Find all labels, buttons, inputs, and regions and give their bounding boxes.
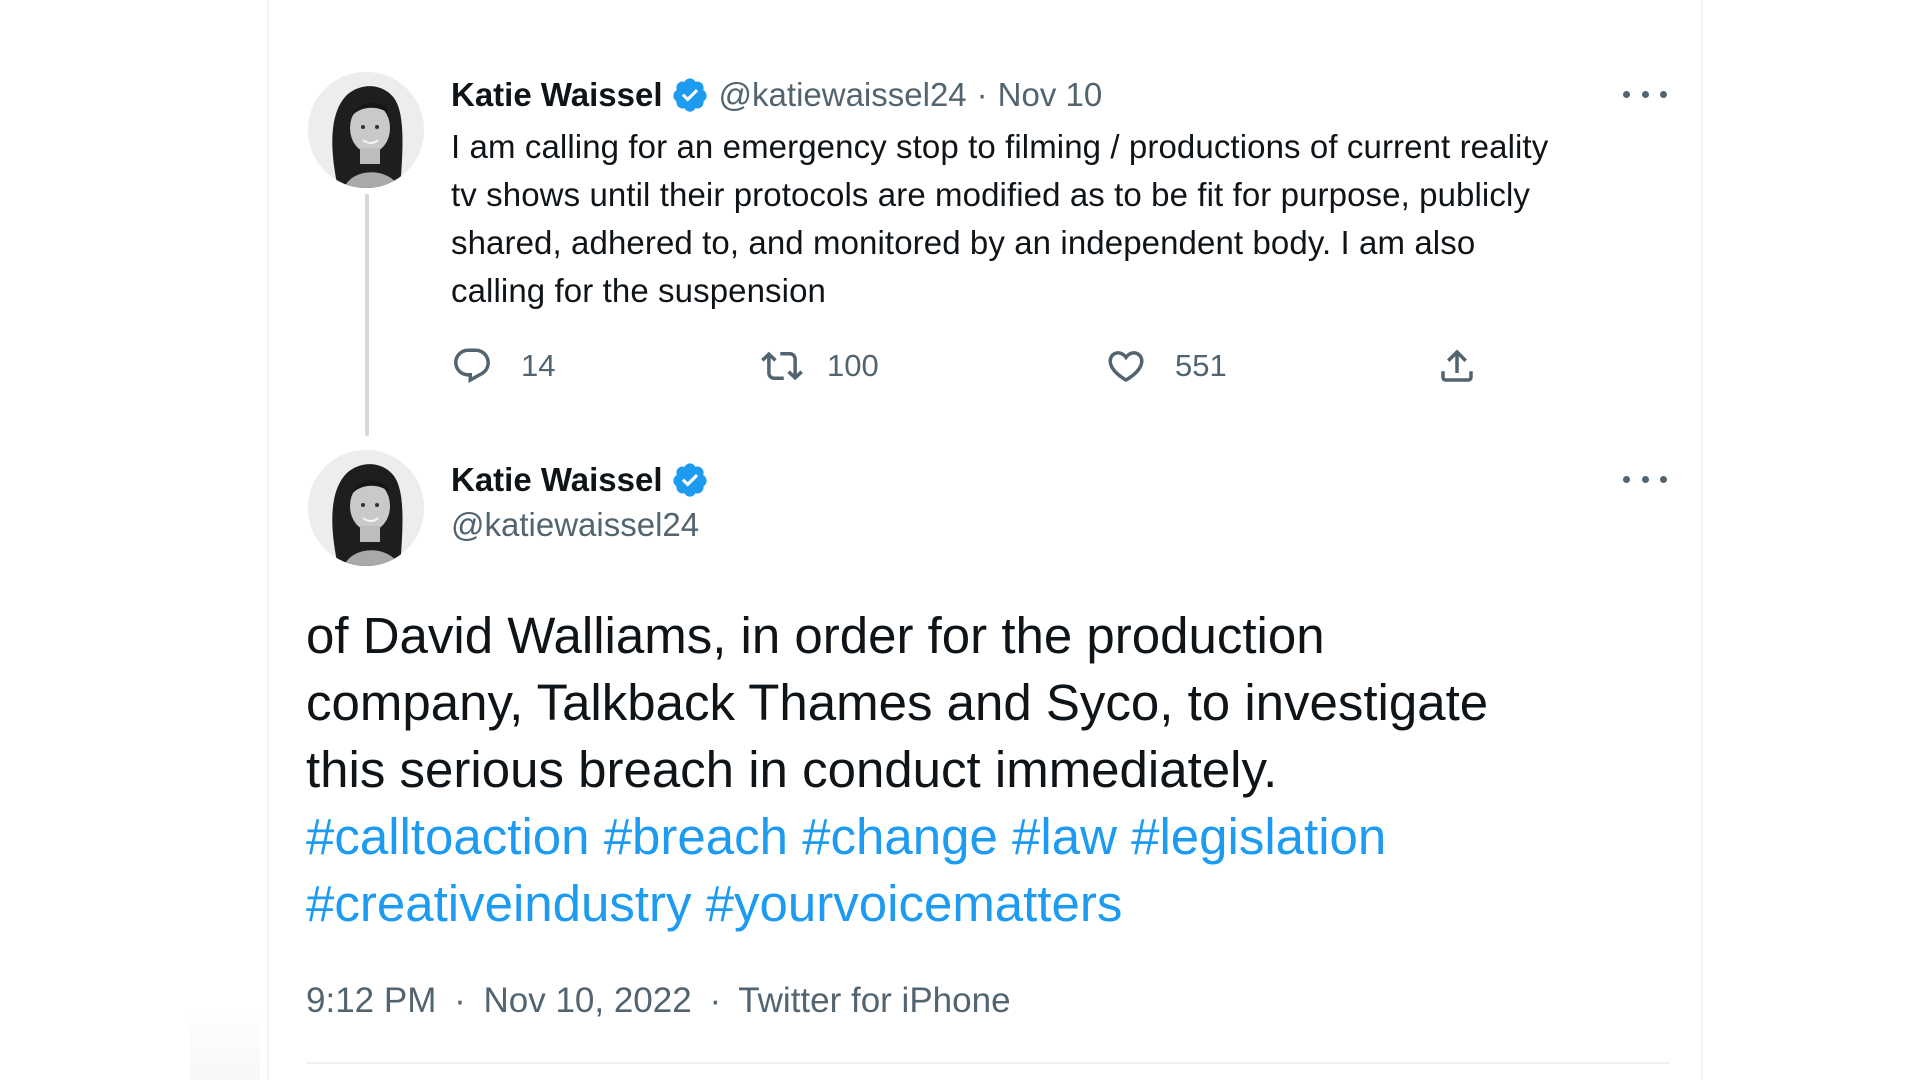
tweet-1-actions: 14 100 551 xyxy=(451,344,1473,388)
share-button[interactable] xyxy=(1436,344,1478,388)
like-heart-icon xyxy=(1108,351,1144,383)
like-button[interactable]: 551 xyxy=(1105,344,1227,388)
verified-badge-icon xyxy=(672,463,707,497)
like-count: 551 xyxy=(1175,348,1227,383)
tweet-2-header: Katie Waissel xyxy=(451,460,719,500)
separator-dot: · xyxy=(976,76,988,113)
avatar[interactable] xyxy=(308,72,424,188)
tweet-1-text: I am calling for an emergency stop to fi… xyxy=(451,123,1681,315)
hashtag-link[interactable]: #legislation xyxy=(1131,808,1386,865)
display-name[interactable]: Katie Waissel xyxy=(451,75,663,115)
retweet-button[interactable]: 100 xyxy=(761,344,879,388)
reply-count: 14 xyxy=(521,348,556,383)
tweet-2-text: of David Walliams, in order for the prod… xyxy=(306,602,1676,937)
hashtag-link[interactable]: #calltoaction xyxy=(306,808,590,865)
tweet-text-line: calling for the suspension xyxy=(451,272,826,309)
handle[interactable]: @katiewaissel24 xyxy=(451,505,699,545)
thread-connector-line xyxy=(365,194,369,436)
tweet-date[interactable]: Nov 10 xyxy=(998,75,1103,115)
tweet-text-line: company, Talkback Thames and Syco, to in… xyxy=(306,674,1489,731)
hashtag-line: #creativeindustry #yourvoicematters xyxy=(306,870,1676,937)
hashtag-link[interactable]: #creativeindustry xyxy=(306,875,692,932)
tweet-source-link[interactable]: Twitter for iPhone xyxy=(738,981,1010,1020)
tweet-text-line: tv shows until their protocols are modif… xyxy=(451,176,1530,213)
hashtag-link[interactable]: #yourvoicematters xyxy=(706,875,1123,932)
retweet-icon xyxy=(761,351,803,381)
more-options-icon[interactable] xyxy=(1623,80,1667,108)
share-icon xyxy=(1441,349,1473,382)
handle[interactable]: @katiewaissel24 xyxy=(719,75,967,115)
tweet-text-line: of David Walliams, in order for the prod… xyxy=(306,607,1325,664)
display-name[interactable]: Katie Waissel xyxy=(451,460,663,500)
background-shade xyxy=(190,1010,260,1080)
hashtag-line: #calltoaction #breach #change #law #legi… xyxy=(306,803,1676,870)
avatar-image xyxy=(308,450,424,566)
tweet-timestamp: 9:12 PM · Nov 10, 2022 · Twitter for iPh… xyxy=(306,979,1011,1023)
reply-button[interactable]: 14 xyxy=(451,344,555,388)
tweet-date-link[interactable]: Nov 10, 2022 xyxy=(483,981,691,1020)
verified-badge-icon xyxy=(672,78,707,112)
more-options-icon[interactable] xyxy=(1623,465,1667,493)
divider xyxy=(306,1062,1670,1064)
retweet-count: 100 xyxy=(827,348,879,383)
separator-dot: · xyxy=(709,981,722,1020)
hashtag-link[interactable]: #law xyxy=(1012,808,1117,865)
tweet-text-line: shared, adhered to, and monitored by an … xyxy=(451,224,1476,261)
tweet-time-link[interactable]: 9:12 PM xyxy=(306,981,436,1020)
separator-dot: · xyxy=(454,981,466,1020)
avatar[interactable] xyxy=(308,450,424,566)
reply-icon xyxy=(454,348,490,383)
tweet-1-header: Katie Waissel @katiewaissel24 · Nov 10 xyxy=(451,75,1102,115)
tweet-text-line: I am calling for an emergency stop to fi… xyxy=(451,128,1549,165)
page: Katie Waissel @katiewaissel24 · Nov 10 I… xyxy=(0,0,1920,1080)
avatar-image xyxy=(308,72,424,188)
tweet-text-line: this serious breach in conduct immediate… xyxy=(306,741,1278,798)
hashtag-link[interactable]: #breach xyxy=(604,808,788,865)
hashtag-link[interactable]: #change xyxy=(802,808,998,865)
